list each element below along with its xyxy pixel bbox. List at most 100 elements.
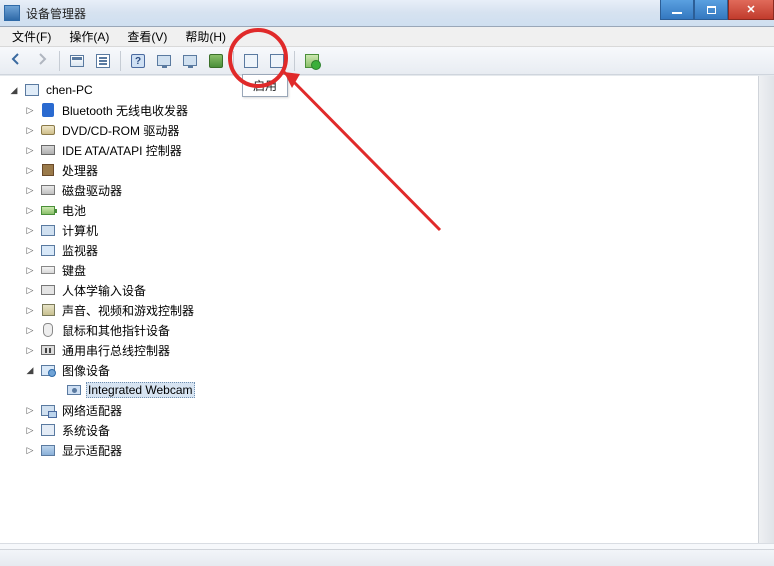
- tree-root[interactable]: chen-PC: [2, 80, 756, 100]
- toolbar-separator: [120, 51, 121, 71]
- toolbar-show-hide-console-button[interactable]: [65, 49, 89, 73]
- tree-category[interactable]: 显示适配器: [2, 440, 756, 460]
- tree-category[interactable]: 计算机: [2, 220, 756, 240]
- menu-view[interactable]: 查看(V): [119, 27, 175, 46]
- tree-category[interactable]: 电池: [2, 200, 756, 220]
- cpu-icon: [42, 164, 54, 176]
- snd-icon: [42, 304, 55, 316]
- node-icon: [40, 322, 56, 338]
- arrow-left-icon: [9, 52, 23, 69]
- tooltip-enable: 启用: [242, 74, 288, 97]
- toolbar-view1-button[interactable]: [152, 49, 176, 73]
- tree-category[interactable]: 网络适配器: [2, 400, 756, 420]
- menu-file[interactable]: 文件(F): [4, 27, 59, 46]
- vertical-scrollbar[interactable]: [758, 76, 774, 543]
- tree-category[interactable]: 监视器: [2, 240, 756, 260]
- monitor-icon: [157, 55, 171, 66]
- node-icon: [24, 82, 40, 98]
- node-icon: [40, 182, 56, 198]
- expander-icon[interactable]: [24, 264, 36, 276]
- toolbar-properties-button[interactable]: [91, 49, 115, 73]
- menu-action[interactable]: 操作(A): [61, 27, 117, 46]
- menu-help[interactable]: 帮助(H): [177, 27, 234, 46]
- toolbar-enable-button[interactable]: [300, 49, 324, 73]
- mon-icon: [41, 245, 55, 256]
- usb-icon: [41, 345, 55, 355]
- expander-icon[interactable]: [24, 104, 36, 116]
- window-close-button[interactable]: ✕: [728, 0, 774, 20]
- tree-category[interactable]: 键盘: [2, 260, 756, 280]
- device-tree[interactable]: chen-PC Bluetooth 无线电收发器DVD/CD-ROM 驱动器 IDE…: [0, 76, 758, 543]
- window-minimize-button[interactable]: [660, 0, 694, 20]
- properties-icon: [96, 54, 110, 68]
- expander-icon[interactable]: [24, 124, 36, 136]
- toolbar-view2-button[interactable]: [178, 49, 202, 73]
- node-icon: [40, 102, 56, 118]
- tree-category[interactable]: 处理器: [2, 160, 756, 180]
- expander-icon[interactable]: [24, 164, 36, 176]
- tree-category[interactable]: 通用串行总线控制器: [2, 340, 756, 360]
- tree-device[interactable]: Integrated Webcam: [2, 380, 756, 400]
- expander-icon[interactable]: [24, 244, 36, 256]
- titlebar: 设备管理器 ✕: [0, 0, 774, 27]
- expander-icon[interactable]: [24, 344, 36, 356]
- toolbar-back-button[interactable]: [4, 49, 28, 73]
- tree-category[interactable]: IDE ATA/ATAPI 控制器: [2, 140, 756, 160]
- tree-category[interactable]: 鼠标和其他指针设备: [2, 320, 756, 340]
- node-icon: [40, 262, 56, 278]
- node-icon: [40, 362, 56, 378]
- expander-icon[interactable]: [24, 364, 36, 376]
- window-maximize-button[interactable]: [694, 0, 728, 20]
- tree-category[interactable]: 系统设备: [2, 420, 756, 440]
- node-label: 鼠标和其他指针设备: [60, 322, 172, 339]
- cam-icon: [67, 385, 81, 395]
- app-icon: [4, 5, 20, 21]
- pc-icon: [25, 84, 39, 96]
- node-label: 声音、视频和游戏控制器: [60, 302, 196, 319]
- tree-category[interactable]: 人体学输入设备: [2, 280, 756, 300]
- expander-icon[interactable]: [24, 144, 36, 156]
- expander-icon[interactable]: [24, 224, 36, 236]
- node-label: Integrated Webcam: [86, 382, 195, 398]
- node-label: 显示适配器: [60, 442, 124, 459]
- toolbar-separator: [233, 51, 234, 71]
- expander-icon: [50, 384, 62, 396]
- expander-icon[interactable]: [24, 204, 36, 216]
- expander-icon[interactable]: [24, 444, 36, 456]
- node-icon: [40, 422, 56, 438]
- hdd-icon: [41, 185, 55, 195]
- node-label: 磁盘驱动器: [60, 182, 124, 199]
- tree-category[interactable]: 磁盘驱动器: [2, 180, 756, 200]
- disp-icon: [41, 445, 55, 456]
- expander-icon[interactable]: [24, 404, 36, 416]
- node-label: 计算机: [60, 222, 100, 239]
- window-title: 设备管理器: [26, 5, 86, 22]
- node-icon: [40, 162, 56, 178]
- toolbar-uninstall-button[interactable]: [265, 49, 289, 73]
- expander-icon[interactable]: [8, 84, 20, 96]
- bat-icon: [41, 206, 55, 215]
- help-icon: ?: [131, 54, 145, 68]
- node-label: IDE ATA/ATAPI 控制器: [60, 142, 184, 159]
- expander-icon[interactable]: [24, 304, 36, 316]
- tree-category[interactable]: 声音、视频和游戏控制器: [2, 300, 756, 320]
- node-label: 网络适配器: [60, 402, 124, 419]
- tree-category[interactable]: Bluetooth 无线电收发器: [2, 100, 756, 120]
- node-icon: [40, 202, 56, 218]
- toolbar-forward-button[interactable]: [30, 49, 54, 73]
- console-tree-icon: [70, 55, 84, 67]
- expander-icon[interactable]: [24, 184, 36, 196]
- node-label: 电池: [60, 202, 88, 219]
- tree-category[interactable]: 图像设备: [2, 360, 756, 380]
- node-label: 监视器: [60, 242, 100, 259]
- tree-category[interactable]: DVD/CD-ROM 驱动器: [2, 120, 756, 140]
- expander-icon[interactable]: [24, 424, 36, 436]
- node-icon: [40, 122, 56, 138]
- toolbar-scan-button[interactable]: [204, 49, 228, 73]
- expander-icon[interactable]: [24, 284, 36, 296]
- toolbar-help-button[interactable]: ?: [126, 49, 150, 73]
- node-label: 图像设备: [60, 362, 112, 379]
- expander-icon[interactable]: [24, 324, 36, 336]
- toolbar-update-driver-button[interactable]: [239, 49, 263, 73]
- node-label: chen-PC: [44, 83, 95, 97]
